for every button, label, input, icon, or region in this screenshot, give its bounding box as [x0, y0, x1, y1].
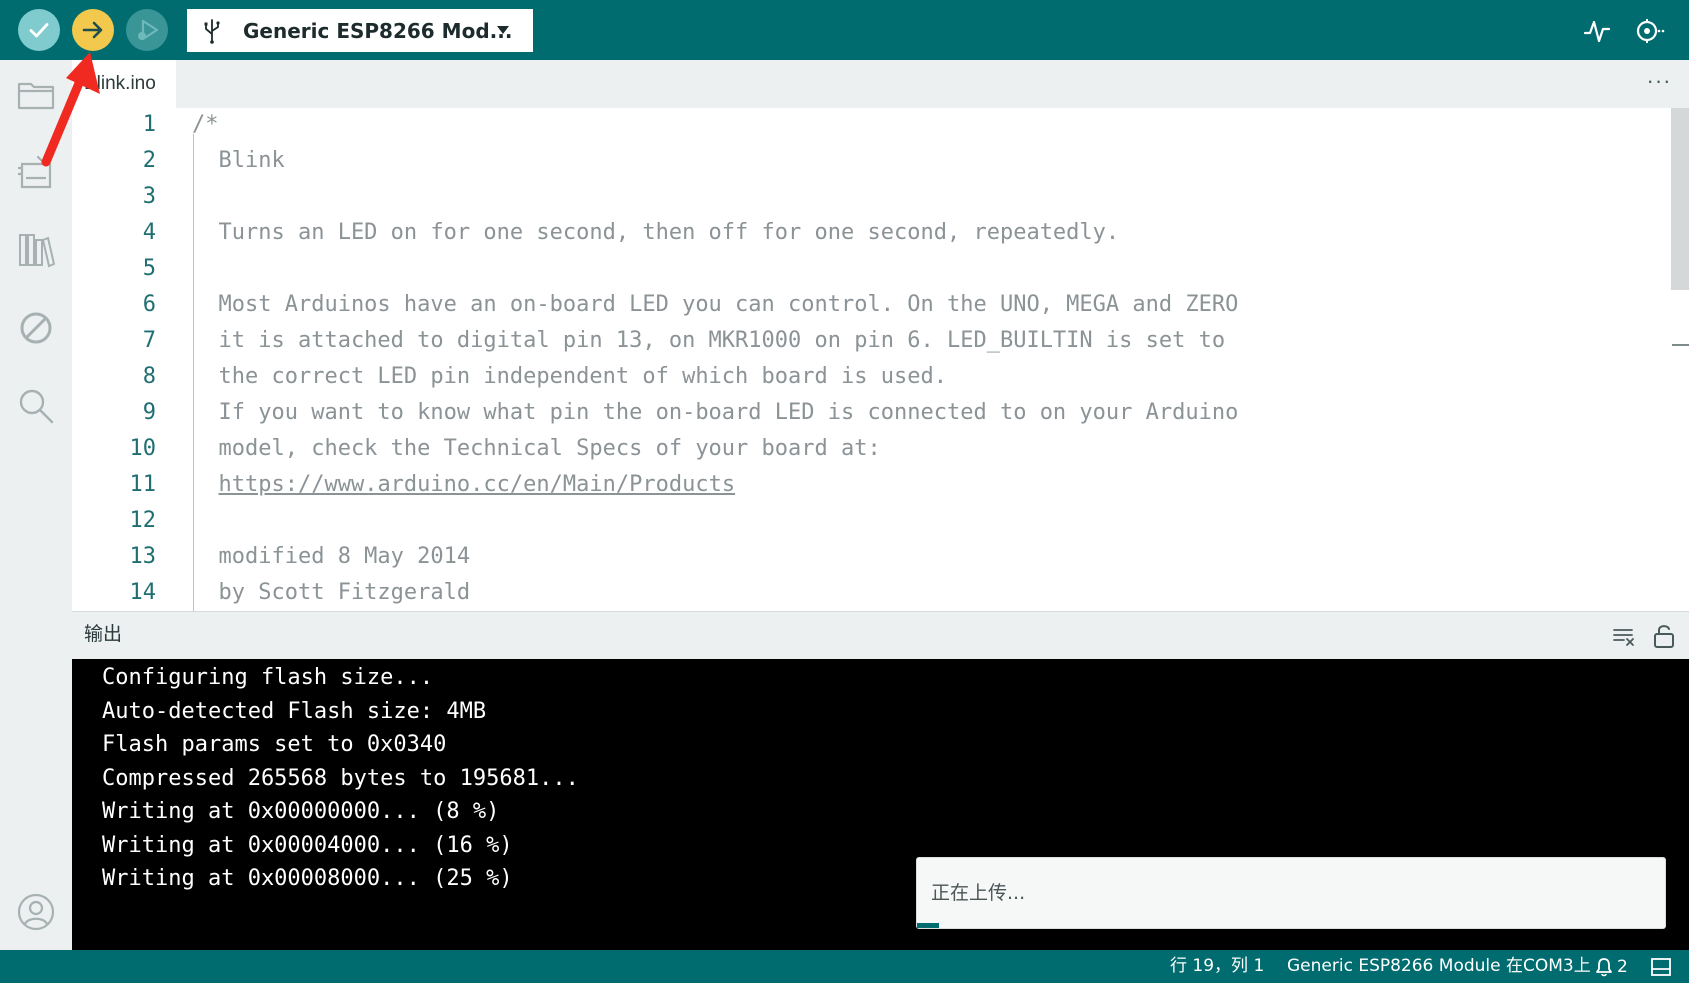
- status-board-port[interactable]: Generic ESP8266 Module 在COM3上: [1287, 950, 1591, 983]
- toolbar: Generic ESP8266 Mod...: [0, 0, 1689, 60]
- console-line: Writing at 0x00000000... (8 %): [102, 799, 500, 824]
- console-line: Auto-detected Flash size: 4MB: [102, 698, 487, 724]
- bell-icon: [1596, 958, 1612, 977]
- console-line: Configuring flash size...: [102, 665, 434, 690]
- upload-notification: 正在上传...: [916, 857, 1666, 929]
- clear-output-icon: [1613, 629, 1634, 646]
- search-icon: [19, 389, 54, 424]
- code-line: If you want to know what pin the on-boar…: [192, 400, 1239, 425]
- no-debug-icon: [20, 312, 52, 344]
- toggle-panel-button[interactable]: [1650, 956, 1672, 978]
- upload-progress-fill: [917, 923, 940, 928]
- code-line: it is attached to digital pin 13, on MKR…: [192, 328, 1226, 353]
- upload-notification-message: 正在上传...: [931, 882, 1026, 904]
- line-number: 8: [142, 364, 156, 389]
- upload-button[interactable]: [72, 9, 114, 51]
- serial-plotter-button[interactable]: [1580, 14, 1614, 48]
- editor-scrollbar-thumb[interactable]: [1671, 108, 1689, 290]
- check-icon: [29, 23, 49, 38]
- code-editor[interactable]: 1 2 3 4 5 6 7 8 9 10 11 12 13 14 /* Blink Turns an LE…: [72, 108, 1689, 611]
- upload-progress-bar: [917, 923, 1665, 928]
- editor-tabs: Blink.ino ···: [72, 60, 1689, 108]
- editor-scrollbar-marker: [1672, 344, 1689, 346]
- status-bar: 行 19，列 1 Generic ESP8266 Module 在COM3上 2: [0, 950, 1689, 983]
- line-number: 10: [129, 436, 157, 461]
- library-icon: [19, 234, 55, 268]
- code-link[interactable]: https://www.arduino.cc/en/Main/Products: [219, 472, 736, 497]
- serial-monitor-icon: [1636, 19, 1665, 43]
- line-number: 11: [129, 472, 157, 497]
- line-number: 6: [142, 292, 156, 317]
- red-arrow-icon: [41, 52, 100, 167]
- code-line: by Scott Fitzgerald: [192, 580, 471, 605]
- sidebar: [0, 60, 72, 950]
- code-line: the correct LED pin independent of which…: [192, 364, 947, 389]
- library-manager-button[interactable]: [14, 228, 58, 272]
- line-number: 7: [142, 328, 156, 353]
- line-number: 9: [142, 400, 156, 425]
- scroll-lock-button[interactable]: [1648, 620, 1680, 652]
- line-number: 3: [142, 184, 156, 209]
- line-number: 5: [142, 256, 156, 281]
- cursor-position: 行 19，列 1: [1170, 956, 1265, 976]
- serial-monitor-button[interactable]: [1633, 14, 1667, 48]
- line-number: 14: [129, 580, 157, 605]
- console-line: Compressed 265568 bytes to 195681...: [102, 765, 579, 791]
- console-line: Writing at 0x00008000... (25 %): [102, 866, 513, 891]
- code-line: modified 8 May 2014: [192, 544, 471, 569]
- board-selector-label: Generic ESP8266 Mod...: [243, 18, 513, 43]
- more-actions-button[interactable]: ···: [1641, 66, 1677, 102]
- code-line: model, check the Technical Specs of your…: [192, 436, 881, 461]
- board-selector[interactable]: Generic ESP8266 Mod...: [187, 9, 533, 52]
- line-number: 12: [129, 508, 157, 533]
- console-line: Writing at 0x00004000... (16 %): [102, 832, 513, 858]
- line-number: 13: [129, 544, 157, 569]
- line-number: 4: [142, 220, 156, 245]
- search-button[interactable]: [14, 384, 58, 428]
- clear-output-button[interactable]: [1608, 620, 1640, 652]
- caret-down-icon: [497, 26, 509, 34]
- unlock-icon: [1654, 625, 1674, 648]
- code-line: Most Arduinos have an on-board LED you c…: [192, 292, 1239, 317]
- notification-count: 2: [1617, 957, 1628, 977]
- notifications-button[interactable]: 2: [1595, 956, 1628, 978]
- account-button[interactable]: [14, 890, 58, 934]
- debug-panel-button[interactable]: [14, 306, 58, 350]
- code-line: Blink: [192, 148, 285, 173]
- toggle-panel-icon: [1651, 958, 1671, 976]
- code-line-indent: [192, 472, 219, 497]
- console-line: Flash params set to 0x0340: [102, 732, 447, 757]
- debug-icon: [138, 19, 159, 41]
- account-icon: [17, 893, 55, 931]
- code-line: https://www.arduino.cc/en/Main/Products: [192, 472, 736, 508]
- output-title: 输出: [84, 624, 123, 645]
- code-line: Turns an LED on for one second, then off…: [192, 220, 1120, 245]
- serial-plotter-icon: [1583, 20, 1611, 43]
- arrow-right-icon: [82, 21, 103, 39]
- code-line: /*: [192, 112, 219, 137]
- line-number-gutter: 1 2 3 4 5 6 7 8 9 10 11 12 13 14: [72, 108, 172, 611]
- usb-icon: [201, 18, 229, 44]
- debug-button[interactable]: [126, 9, 168, 51]
- output-panel-header: 输出: [72, 611, 1689, 659]
- verify-button[interactable]: [18, 9, 60, 51]
